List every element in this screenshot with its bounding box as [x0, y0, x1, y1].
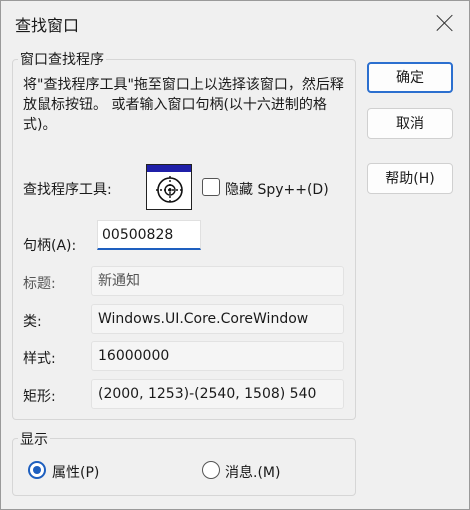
- help-button[interactable]: 帮助(H): [367, 163, 453, 194]
- finder-group-legend: 窗口查找程序: [18, 49, 106, 69]
- style-label: 样式:: [23, 351, 56, 367]
- style-field: 16000000: [91, 341, 344, 371]
- crosshair-target-icon[interactable]: [146, 164, 192, 210]
- messages-radio[interactable]: [202, 461, 220, 479]
- cancel-button[interactable]: 取消: [367, 108, 453, 139]
- finder-crosshair-graphic: [156, 176, 184, 204]
- handle-input[interactable]: 00500828: [97, 220, 201, 250]
- caption-label: 标题:: [23, 276, 56, 292]
- rect-label: 矩形:: [23, 389, 56, 405]
- messages-label[interactable]: 消息.(M): [225, 462, 280, 482]
- properties-label[interactable]: 属性(P): [52, 462, 99, 482]
- close-icon[interactable]: [435, 13, 455, 33]
- finder-description: 将"查找程序工具"拖至窗口上以选择该窗口，然后释放鼠标按钮。 或者输入窗口句柄(…: [23, 77, 344, 133]
- title-bar: 查找窗口: [1, 1, 469, 45]
- properties-radio[interactable]: [28, 461, 46, 479]
- class-field: Windows.UI.Core.CoreWindow: [91, 304, 344, 334]
- class-label: 类:: [23, 314, 42, 330]
- rect-field: (2000, 1253)-(2540, 1508) 540: [91, 379, 344, 409]
- show-group-legend: 显示: [18, 429, 50, 449]
- hide-spy-checkbox[interactable]: [202, 178, 220, 196]
- handle-label: 句柄(A):: [23, 238, 77, 254]
- finder-tool-label: 查找程序工具:: [23, 182, 112, 198]
- dialog-title: 查找窗口: [15, 16, 80, 35]
- finder-icon-titlebar: [147, 165, 191, 172]
- hide-spy-label[interactable]: 隐藏 Spy++(D): [225, 179, 329, 199]
- caption-field: 新通知: [91, 266, 344, 296]
- find-window-dialog: 查找窗口 窗口查找程序 将"查找程序工具"拖至窗口上以选择该窗口，然后释放鼠标按…: [0, 0, 470, 510]
- ok-button[interactable]: 确定: [367, 62, 453, 93]
